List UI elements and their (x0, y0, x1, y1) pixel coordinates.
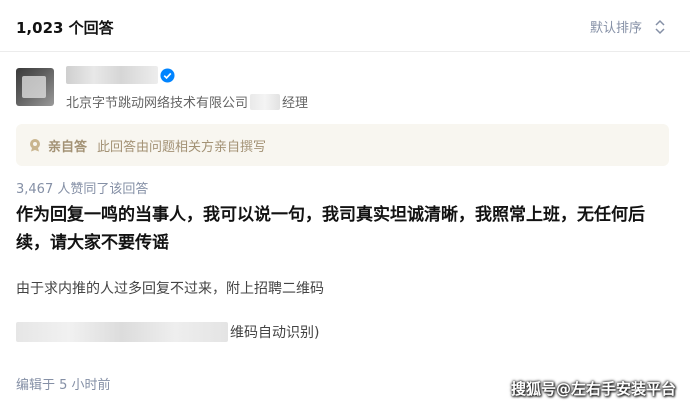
author-role: 经理 (282, 96, 309, 111)
vote-count: 3,467 人赞同了该回答 (16, 182, 149, 197)
author-headline: 北京字节跳动网络技术有限公司 经理 (66, 92, 308, 111)
answer-count: 1,023 个回答 (16, 19, 114, 37)
qr-code-line: 维码自动识别) (16, 322, 319, 342)
redacted-text (16, 322, 228, 342)
self-answered-banner: 亲自答 此回答由问题相关方亲自撰写 (16, 124, 669, 166)
sort-toggle-icon (655, 19, 665, 34)
answer-main-text: 作为回复一鸣的当事人，我可以说一句，我司真实坦诚清晰，我照常上班，无任何后续，请… (16, 205, 645, 253)
author-avatar[interactable] (16, 68, 54, 106)
verified-badge-icon (160, 68, 175, 83)
self-answered-text: 此回答由问题相关方亲自撰写 (97, 139, 267, 155)
edited-timestamp[interactable]: 编辑于 5 小时前 (16, 374, 111, 393)
qr-code-suffix: 维码自动识别) (230, 325, 320, 341)
watermark: 搜狐号@左右手安装平台 (510, 380, 676, 398)
answers-header: 1,023 个回答 默认排序 (0, 0, 690, 52)
sort-dropdown[interactable]: 默认排序 (590, 17, 666, 36)
sort-label: 默认排序 (589, 21, 642, 36)
seal-icon (30, 139, 40, 152)
redacted-chip (250, 93, 281, 110)
self-answered-badge: 亲自答 (48, 139, 88, 155)
author-name-redacted[interactable] (66, 66, 158, 84)
author-company: 北京字节跳动网络技术有限公司 (66, 96, 249, 111)
answer-sub-text: 由于求内推的人过多回复不过来，附上招聘二维码 (16, 281, 324, 297)
